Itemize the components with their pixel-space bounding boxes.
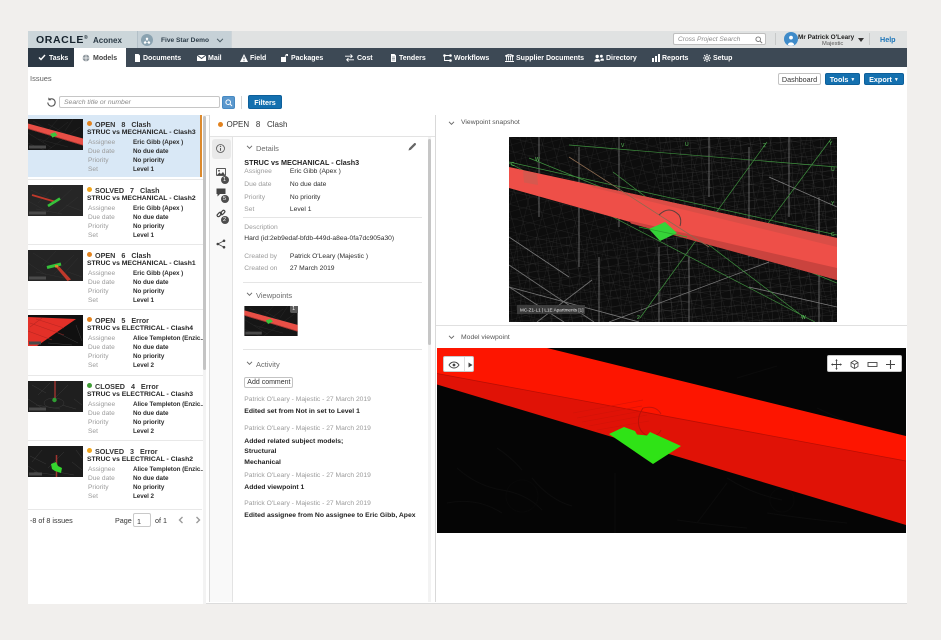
- svg-text:2: 2: [637, 315, 640, 321]
- svg-text:C: C: [831, 232, 835, 238]
- svg-text:W: W: [801, 315, 806, 321]
- svg-text:W: W: [535, 157, 540, 163]
- svg-text:U: U: [831, 167, 835, 173]
- svg-text:C: C: [511, 162, 515, 168]
- svg-text:2: 2: [763, 143, 766, 149]
- svg-text:MC-Z1-L1 | L1E Apartments [1]: MC-Z1-L1 | L1E Apartments [1]: [520, 308, 584, 313]
- svg-text:U: U: [685, 142, 689, 148]
